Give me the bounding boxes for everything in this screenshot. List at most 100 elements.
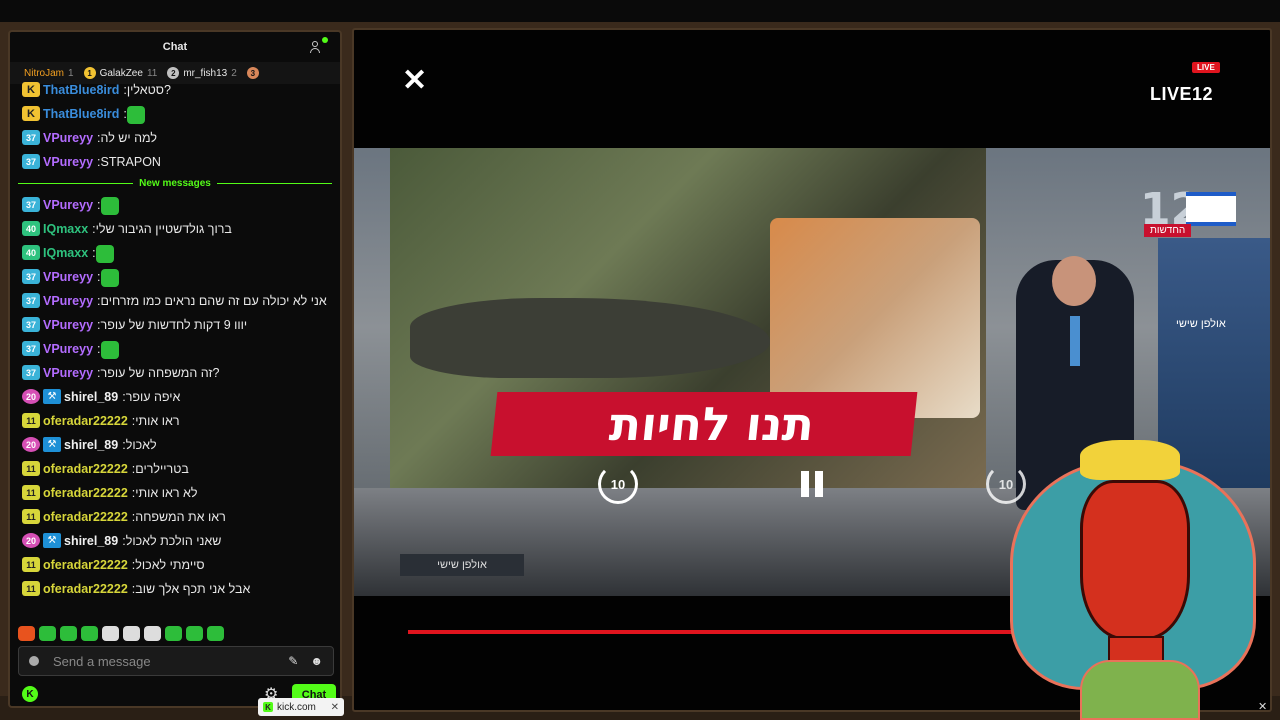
chat-username[interactable]: VPureyy (43, 130, 93, 146)
subscriber-badge: 11 (22, 557, 40, 572)
chat-message: 20 ⚒ shirel_89: לאכול (10, 433, 340, 457)
emote-icon[interactable] (81, 626, 98, 641)
chat-username[interactable]: oferadar22222 (43, 557, 128, 573)
chat-text: איפה עופר (125, 390, 181, 404)
emote-icon[interactable] (60, 626, 77, 641)
chat-username[interactable]: VPureyy (43, 365, 93, 381)
top-strip (0, 0, 1280, 22)
chat-username[interactable]: IQmaxx (43, 245, 88, 261)
chat-message: 37 VPureyy: ?זה המשפחה של עופר (10, 361, 340, 385)
chat-panel: Chat NitroJam 1 1 GalakZee 11 2 mr_fish1… (8, 30, 342, 708)
channel-title: LIVE12 (1150, 84, 1214, 104)
live-badge: LIVE (1192, 62, 1220, 73)
new-messages-divider: New messages (10, 174, 340, 193)
subscriber-badge: K (22, 82, 40, 97)
fire-emote-icon[interactable] (18, 626, 35, 641)
chat-username[interactable]: shirel_89 (64, 389, 118, 405)
translate-icon[interactable]: ✎ (288, 654, 298, 668)
chat-username[interactable]: VPureyy (43, 293, 93, 309)
chat-username[interactable]: oferadar22222 (43, 413, 128, 429)
chat-text: סיימתי לאכול (135, 558, 205, 572)
chat-message: 37 VPureyy: למה יש לה (10, 126, 340, 150)
chat-username[interactable]: VPureyy (43, 341, 93, 357)
chat-text: ברוך גולדשטיין הגיבור שלי (95, 222, 232, 236)
subscriber-badge: 37 (22, 197, 40, 212)
chat-text: ראו את המשפחה (135, 510, 226, 524)
kittens-image (770, 218, 980, 418)
emote-icon[interactable] (165, 626, 182, 641)
chat-username[interactable]: ThatBlue8ird (43, 82, 119, 98)
subscriber-badge: 37 (22, 130, 40, 145)
emote-icon[interactable] (123, 626, 140, 641)
hammer-icon: ⚒ (43, 437, 61, 452)
chat-message: 37 VPureyy: (10, 337, 340, 361)
chat-text: ?סטאלין (126, 83, 171, 97)
chat-message: 40 IQmaxx: (10, 241, 340, 265)
chat-message: 11 oferadar22222: אבל אני תכף אלך שוב (10, 577, 340, 601)
chat-text: ראו אותי (135, 414, 180, 428)
chat-message: 40 IQmaxx: ברוך גולדשטיין הגיבור שלי (10, 217, 340, 241)
subscriber-badge: 11 (22, 413, 40, 428)
chat-username[interactable]: VPureyy (43, 197, 93, 213)
show-name: אולפן שישי (400, 554, 524, 576)
emoji-icon[interactable]: ☻ (310, 654, 323, 668)
chat-username[interactable]: oferadar22222 (43, 581, 128, 597)
chat-username[interactable]: oferadar22222 (43, 509, 128, 525)
subscriber-badge: 37 (22, 293, 40, 308)
chat-text: למה יש לה (100, 131, 158, 145)
kick-logo-icon[interactable]: K (22, 686, 38, 702)
chat-text: לאכול (125, 438, 157, 452)
chat-message: K ThatBlue8ird: (10, 102, 340, 126)
message-input[interactable]: Send a message ✎ ☻ (18, 646, 334, 676)
chat-message: 37 VPureyy: יווו 9 דקות לחדשות של עופר (10, 313, 340, 337)
subscriber-badge: 11 (22, 485, 40, 500)
tab-url: kick.com (277, 701, 316, 713)
emote-icon[interactable] (102, 626, 119, 641)
emote-icon[interactable] (144, 626, 161, 641)
emote-icon (100, 341, 119, 359)
chat-message: 11 oferadar22222: ראו את המשפחה (10, 505, 340, 529)
emote-icon (126, 106, 145, 124)
browser-tab[interactable]: K kick.com ✕ (258, 698, 344, 716)
chat-username[interactable]: oferadar22222 (43, 461, 128, 477)
pause-button[interactable] (792, 464, 832, 504)
chat-messages[interactable]: K ThatBlue8ird: ?סטאלין K ThatBlue8ird: 37 V… (10, 78, 340, 638)
subscriber-badge: K (22, 106, 40, 121)
chat-text: אבל אני תכף אלך שוב (135, 582, 251, 596)
chat-username[interactable]: IQmaxx (43, 221, 88, 237)
rewind-10-button[interactable]: 10 (598, 464, 638, 504)
users-icon[interactable] (310, 37, 328, 54)
chat-message: 37 VPureyy: STRAPON (10, 150, 340, 174)
emote-icon[interactable] (39, 626, 56, 641)
emote-icon[interactable] (186, 626, 203, 641)
close-icon[interactable]: ✕ (402, 66, 427, 96)
subscriber-badge: 37 (22, 341, 40, 356)
chat-username[interactable]: shirel_89 (64, 437, 118, 453)
emote-icon (100, 269, 119, 287)
emote-icon[interactable] (207, 626, 224, 641)
subscriber-badge: 20 (22, 389, 40, 404)
leaderboard-item[interactable]: NitroJam 1 (24, 68, 74, 79)
subscriber-badge: 37 (22, 154, 40, 169)
chat-username[interactable]: oferadar22222 (43, 485, 128, 501)
chat-username[interactable]: VPureyy (43, 317, 93, 333)
close-icon[interactable]: ✕ (1258, 700, 1267, 713)
flag-icon (1186, 192, 1236, 226)
subscriber-badge: 11 (22, 509, 40, 524)
hammer-icon: ⚒ (43, 389, 61, 404)
subscriber-badge: 37 (22, 365, 40, 380)
chat-username[interactable]: VPureyy (43, 154, 93, 170)
chat-message: 37 VPureyy: (10, 265, 340, 289)
chat-username[interactable]: ThatBlue8ird (43, 106, 119, 122)
chat-message: 37 VPureyy: (10, 193, 340, 217)
subscriber-badge: 20 (22, 533, 40, 548)
close-tab-icon[interactable]: ✕ (331, 702, 339, 713)
chat-message: 11 oferadar22222: סיימתי לאכול (10, 553, 340, 577)
streamer-avatar (1010, 440, 1260, 720)
chat-username[interactable]: VPureyy (43, 269, 93, 285)
subscriber-badge: 40 (22, 221, 40, 236)
subscriber-badge: 20 (22, 437, 40, 452)
chat-username[interactable]: shirel_89 (64, 533, 118, 549)
chat-text: יווו 9 דקות לחדשות של עופר (100, 318, 248, 332)
progress-fill (408, 630, 1089, 634)
